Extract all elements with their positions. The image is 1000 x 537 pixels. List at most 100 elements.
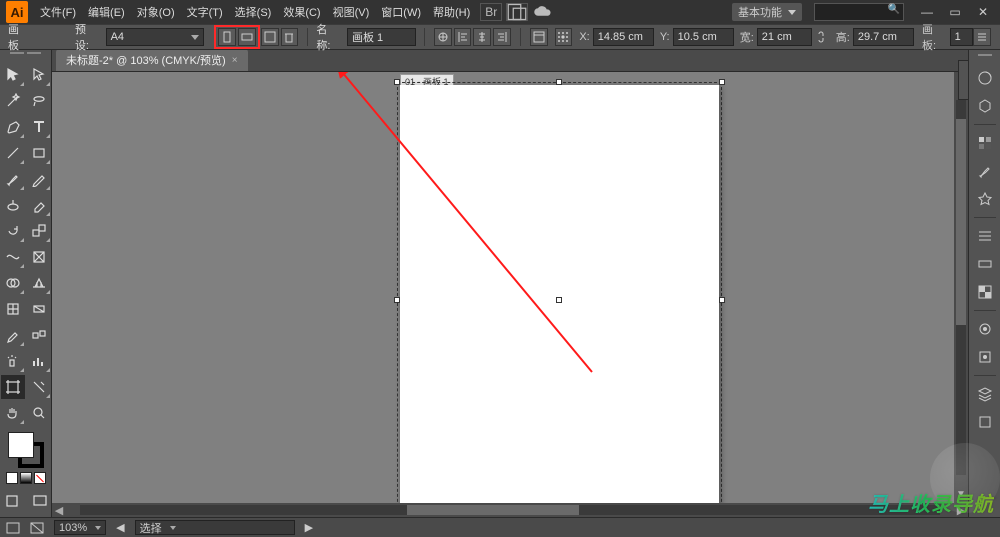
new-artboard-button[interactable]: [261, 28, 279, 46]
none-mode-button[interactable]: [34, 472, 46, 484]
x-input[interactable]: 14.85 cm: [593, 28, 654, 46]
color-panel-icon[interactable]: [973, 66, 997, 90]
slice-tool[interactable]: [27, 375, 51, 399]
type-tool[interactable]: [27, 115, 51, 139]
eyedropper-tool[interactable]: [1, 323, 25, 347]
preset-dropdown[interactable]: A4: [106, 28, 204, 46]
arrange-icon[interactable]: [506, 3, 528, 21]
height-input[interactable]: 29.7 cm: [853, 28, 914, 46]
menu-object[interactable]: 对象(O): [133, 2, 179, 22]
status-tool-dropdown[interactable]: 选择: [135, 520, 295, 535]
pen-tool[interactable]: [1, 115, 25, 139]
delete-artboard-button[interactable]: [281, 28, 299, 46]
width-input[interactable]: 21 cm: [757, 28, 812, 46]
window-restore-button[interactable]: ▭: [944, 5, 966, 19]
rectangle-tool[interactable]: [27, 141, 51, 165]
bridge-icon[interactable]: Br: [480, 3, 502, 21]
landscape-button[interactable]: [238, 28, 256, 46]
search-input[interactable]: [814, 3, 904, 21]
artboard-name-input[interactable]: 画板 1: [347, 28, 416, 46]
blend-tool[interactable]: [27, 323, 51, 347]
artboard-options-button[interactable]: [530, 28, 548, 46]
vertical-scrollbar[interactable]: ▲▼: [954, 72, 968, 503]
rotate-tool[interactable]: [1, 219, 25, 243]
cloud-icon[interactable]: [532, 3, 554, 21]
lasso-tool[interactable]: [27, 89, 51, 113]
close-tab-button[interactable]: ×: [232, 55, 238, 66]
panel-grip[interactable]: [6, 52, 46, 60]
status-next-button[interactable]: ▶: [305, 521, 313, 534]
window-close-button[interactable]: ✕: [972, 5, 994, 19]
screen-mode-button[interactable]: [30, 491, 50, 511]
handle-tm[interactable]: [556, 79, 562, 85]
handle-tr[interactable]: [719, 79, 725, 85]
zoom-tool[interactable]: [27, 401, 51, 425]
fill-stroke-swatch[interactable]: [6, 430, 46, 470]
blob-brush-tool[interactable]: [1, 193, 25, 217]
gradient-mode-button[interactable]: [20, 472, 32, 484]
zoom-dropdown[interactable]: 103%: [54, 520, 106, 535]
canvas[interactable]: 01 - 画板 1 ▲▼ ◀▶: [52, 72, 968, 517]
portrait-button[interactable]: [218, 28, 236, 46]
handle-tl[interactable]: [394, 79, 400, 85]
pencil-tool[interactable]: [27, 167, 51, 191]
symbol-sprayer-tool[interactable]: [1, 349, 25, 373]
scale-tool[interactable]: [27, 219, 51, 243]
color-guide-panel-icon[interactable]: [973, 94, 997, 118]
swatches-panel-icon[interactable]: [973, 131, 997, 155]
menu-type[interactable]: 文字(T): [183, 2, 227, 22]
workspace-switcher[interactable]: 基本功能: [732, 3, 802, 21]
menu-edit[interactable]: 编辑(E): [84, 2, 129, 22]
transparency-panel-icon[interactable]: [973, 280, 997, 304]
menu-file[interactable]: 文件(F): [36, 2, 80, 22]
artboard-index-input[interactable]: 1: [950, 28, 974, 46]
mesh-tool[interactable]: [1, 297, 25, 321]
align-left-button[interactable]: [454, 28, 472, 46]
column-graph-tool[interactable]: [27, 349, 51, 373]
handle-ml[interactable]: [394, 297, 400, 303]
draw-normal-button[interactable]: [2, 491, 22, 511]
move-art-with-artboard-button[interactable]: [434, 28, 452, 46]
fill-swatch[interactable]: [8, 432, 34, 458]
perspective-grid-tool[interactable]: [27, 271, 51, 295]
graphic-styles-panel-icon[interactable]: [973, 345, 997, 369]
handle-center[interactable]: [556, 297, 562, 303]
menu-window[interactable]: 窗口(W): [377, 2, 425, 22]
menu-select[interactable]: 选择(S): [231, 2, 276, 22]
menu-help[interactable]: 帮助(H): [429, 2, 474, 22]
status-prev-button[interactable]: ◀: [116, 521, 124, 534]
direct-selection-tool[interactable]: [27, 63, 51, 87]
width-tool[interactable]: [1, 245, 25, 269]
paintbrush-tool[interactable]: [1, 167, 25, 191]
menu-effect[interactable]: 效果(C): [279, 2, 324, 22]
appearance-panel-icon[interactable]: [973, 317, 997, 341]
reference-point-button[interactable]: [555, 28, 573, 46]
layers-panel-icon[interactable]: [973, 382, 997, 406]
panel-menu-button[interactable]: [973, 28, 991, 46]
horizontal-scrollbar[interactable]: ◀▶: [52, 503, 968, 517]
gradient-panel-icon[interactable]: [973, 252, 997, 276]
stroke-panel-icon[interactable]: [973, 224, 997, 248]
link-wh-icon[interactable]: [814, 28, 828, 46]
gpu-status-icon[interactable]: [6, 522, 20, 534]
panel-collapse-tab[interactable]: [958, 60, 968, 100]
menu-view[interactable]: 视图(V): [329, 2, 374, 22]
handle-mr[interactable]: [719, 297, 725, 303]
panel-grip[interactable]: [975, 54, 995, 60]
brushes-panel-icon[interactable]: [973, 159, 997, 183]
shape-builder-tool[interactable]: [1, 271, 25, 295]
gradient-tool[interactable]: [27, 297, 51, 321]
selection-tool[interactable]: [1, 63, 25, 87]
window-minimize-button[interactable]: —: [916, 5, 938, 19]
artboards-panel-icon[interactable]: [973, 410, 997, 434]
symbols-panel-icon[interactable]: [973, 187, 997, 211]
eraser-tool[interactable]: [27, 193, 51, 217]
align-center-button[interactable]: [473, 28, 491, 46]
line-tool[interactable]: [1, 141, 25, 165]
artboard-nav-icon[interactable]: [30, 522, 44, 534]
magic-wand-tool[interactable]: [1, 89, 25, 113]
y-input[interactable]: 10.5 cm: [673, 28, 734, 46]
color-mode-button[interactable]: [6, 472, 18, 484]
free-transform-tool[interactable]: [27, 245, 51, 269]
artboard-tool[interactable]: [1, 375, 25, 399]
